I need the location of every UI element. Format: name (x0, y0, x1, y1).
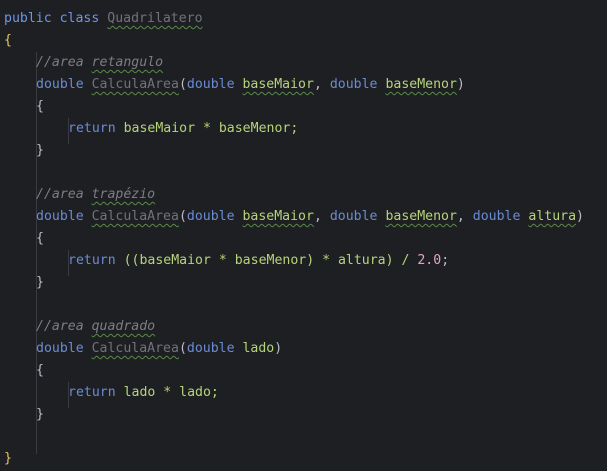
code-line-comment2[interactable]: //area trapézio (36, 184, 155, 206)
comment-word: quadrado (91, 319, 156, 334)
paren-close: ) (456, 77, 465, 92)
keyword-return: return (68, 121, 116, 136)
keyword-double: double (186, 341, 235, 356)
paren-open: ( (178, 209, 187, 224)
code-line-method3-signature[interactable]: double CalculaArea(double lado) (36, 338, 282, 360)
keyword-double: double (36, 209, 84, 224)
param-name: baseMenor (385, 77, 457, 92)
code-line-method2-open[interactable]: { (36, 228, 44, 250)
paren-open: ( (178, 341, 187, 356)
param-name: baseMaior (242, 209, 314, 224)
comment-word: trapézio (91, 187, 156, 202)
class-open-brace: { (4, 33, 12, 48)
keyword-double: double (36, 341, 84, 356)
keyword-double: double (329, 77, 378, 92)
param-name: altura (528, 209, 577, 224)
return-expression: baseMaior * baseMenor; (123, 121, 299, 136)
comma: , (313, 77, 330, 92)
class-name: Quadrilatero (107, 11, 203, 26)
method-close-brace: } (36, 143, 44, 158)
return-expression: ((baseMaior * baseMenor) * altura) / (123, 253, 418, 268)
code-line-comment1[interactable]: //area retangulo (36, 52, 163, 74)
comment-word: area (51, 55, 84, 70)
code-line-class-close[interactable]: } (4, 448, 12, 470)
keyword-return: return (68, 253, 116, 268)
code-line-comment3[interactable]: //area quadrado (36, 316, 155, 338)
keyword-double: double (329, 209, 378, 224)
param-name: lado (242, 341, 275, 356)
keyword-double: double (186, 209, 235, 224)
code-line-2[interactable]: { (4, 30, 12, 52)
code-line-method1-close[interactable]: } (36, 140, 44, 162)
keyword-double: double (36, 77, 84, 92)
code-line-method2-body[interactable]: return ((baseMaior * baseMenor) * altura… (68, 250, 449, 272)
comment-prefix: // (36, 187, 52, 202)
code-line-method3-body[interactable]: return lado * lado; (68, 382, 219, 404)
code-line-method1-signature[interactable]: double CalculaArea(double baseMaior, dou… (36, 74, 465, 96)
param-name: baseMaior (242, 77, 314, 92)
method-name: CalculaArea (91, 341, 179, 356)
code-line-method2-close[interactable]: } (36, 272, 44, 294)
code-line-method2-signature[interactable]: double CalculaArea(double baseMaior, dou… (36, 206, 584, 228)
method-open-brace: { (36, 99, 44, 114)
semicolon: ; (441, 253, 450, 268)
code-line-method1-body[interactable]: return baseMaior * baseMenor; (68, 118, 298, 140)
class-close-brace: } (4, 451, 12, 466)
method-name: CalculaArea (91, 209, 179, 224)
comment-word: area (51, 319, 84, 334)
method-open-brace: { (36, 363, 44, 378)
method-close-brace: } (36, 407, 44, 422)
keyword-double: double (186, 77, 235, 92)
paren-close: ) (576, 209, 584, 224)
comma: , (456, 209, 473, 224)
comment-prefix: // (36, 319, 52, 334)
keyword-return: return (68, 385, 116, 400)
return-expression: lado * lado; (123, 385, 219, 400)
keyword-public: public (4, 11, 52, 26)
method-close-brace: } (36, 275, 44, 290)
comma: , (313, 209, 330, 224)
paren-close: ) (274, 341, 283, 356)
keyword-double: double (472, 209, 521, 224)
paren-open: ( (178, 77, 187, 92)
param-name: baseMenor (385, 209, 457, 224)
code-line-method3-close[interactable]: } (36, 404, 44, 426)
code-line-method3-open[interactable]: { (36, 360, 44, 382)
method-name: CalculaArea (91, 77, 179, 92)
comment-word: area (51, 187, 84, 202)
keyword-class: class (59, 11, 100, 26)
comment-word: retangulo (91, 55, 164, 70)
number-literal: 2.0 (417, 253, 442, 268)
code-line-1[interactable]: public class Quadrilatero (4, 8, 203, 30)
method-open-brace: { (36, 231, 44, 246)
comment-prefix: // (36, 55, 52, 70)
code-editor[interactable]: public class Quadrilatero { //area retan… (0, 0, 607, 471)
code-line-method1-open[interactable]: { (36, 96, 44, 118)
